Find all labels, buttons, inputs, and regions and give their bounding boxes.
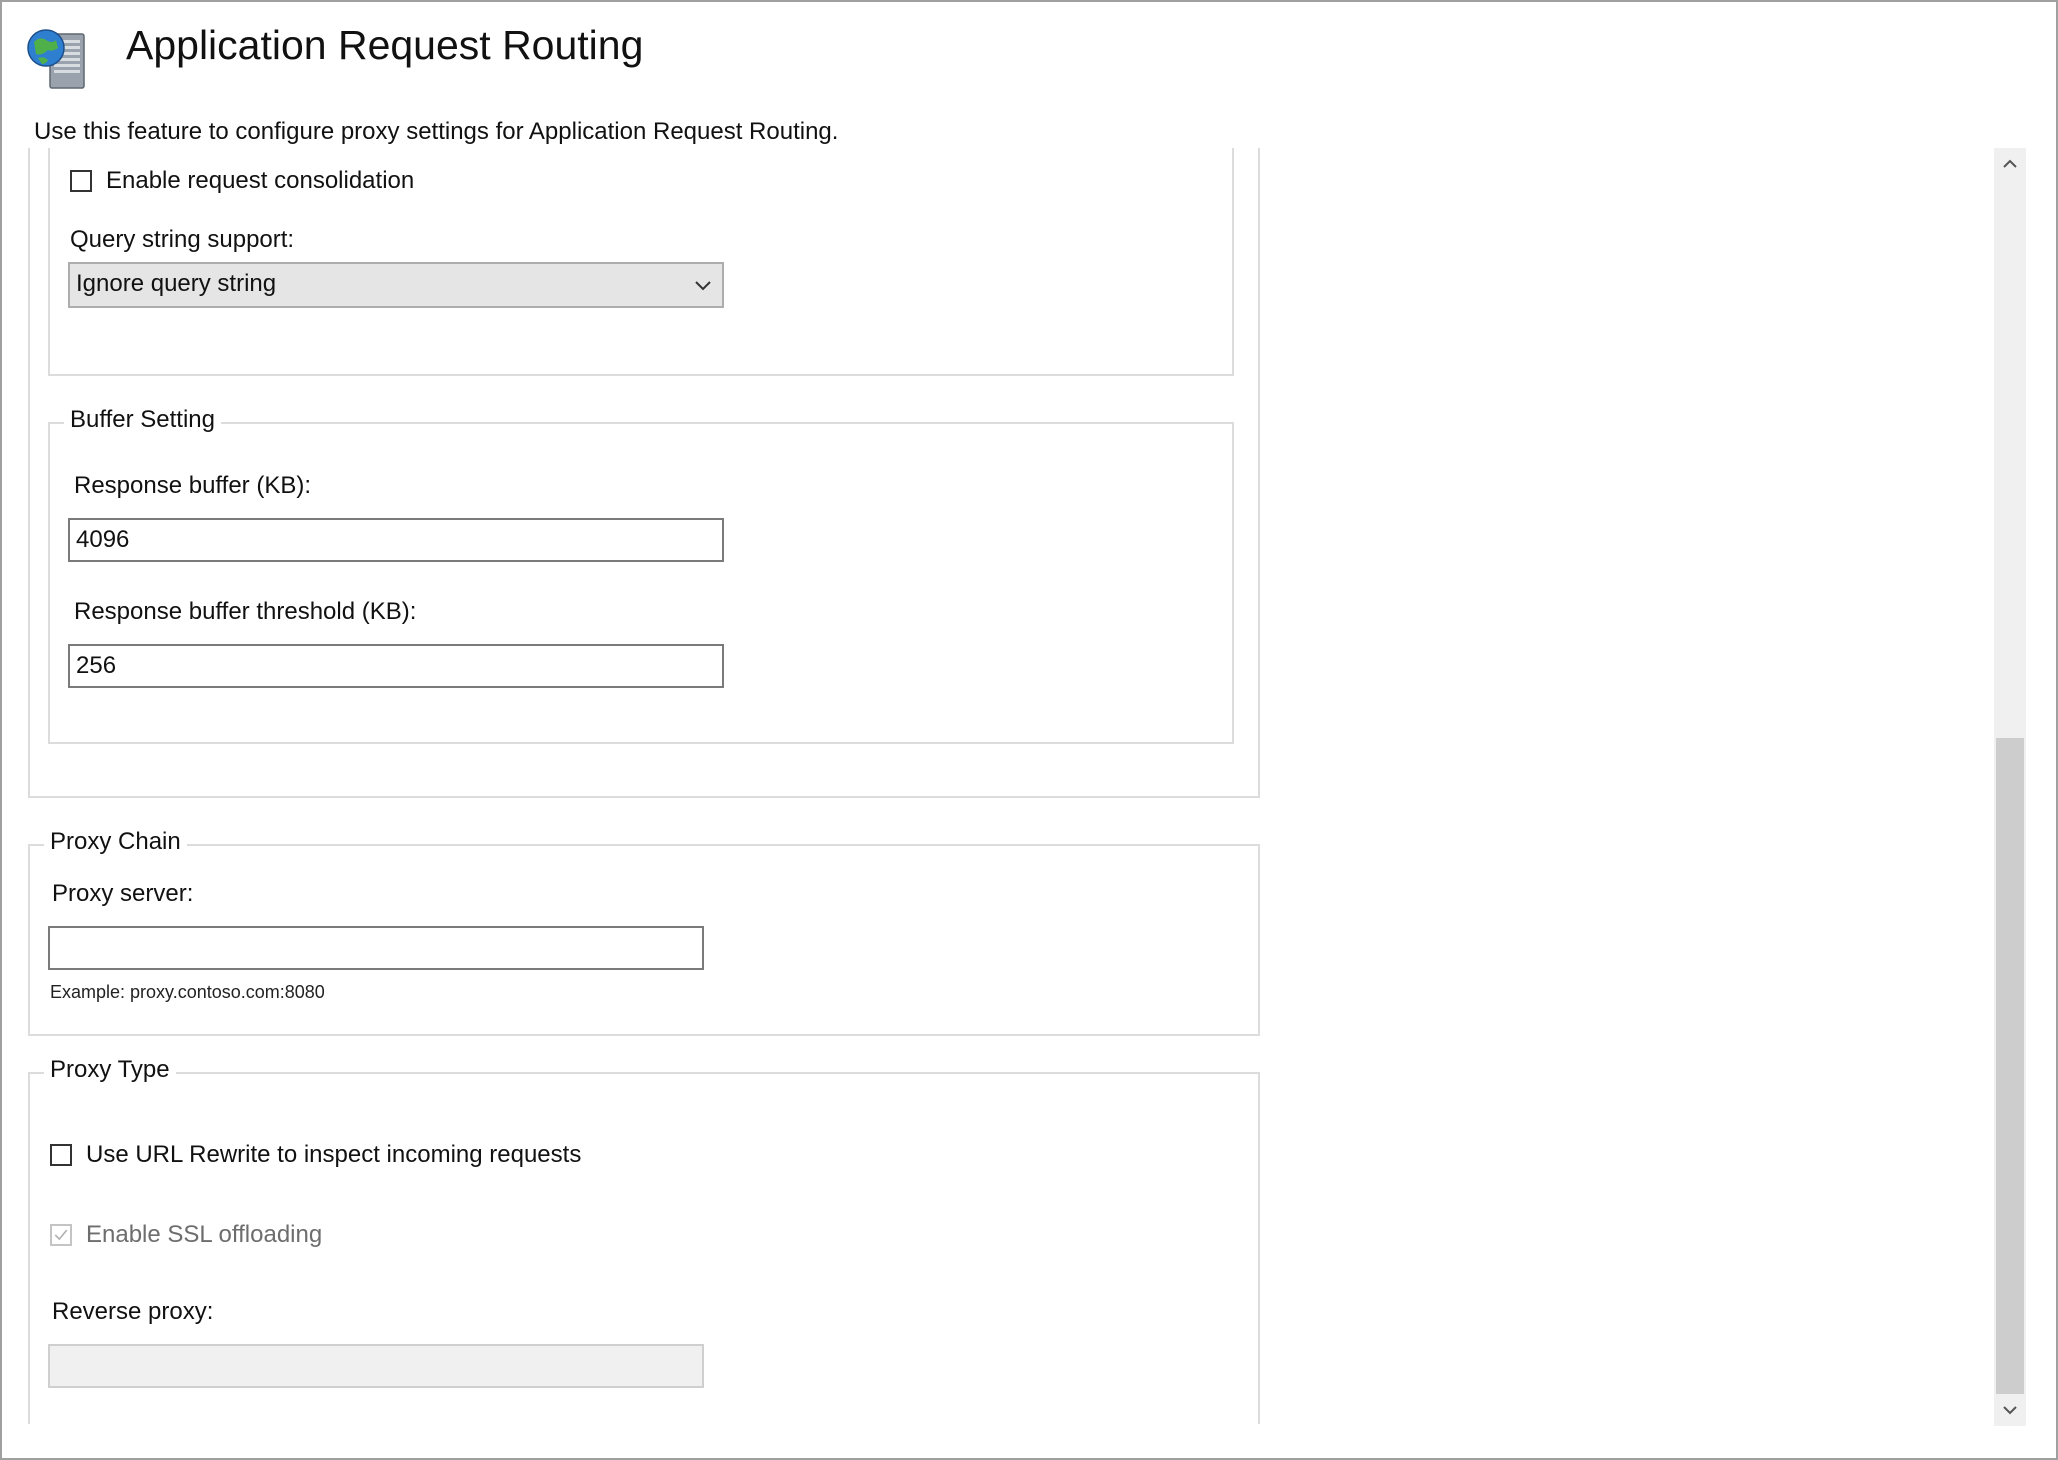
query-string-support-value: Ignore query string — [76, 270, 277, 297]
query-string-support-select[interactable]: Ignore query string — [68, 262, 724, 308]
url-rewrite-label: Use URL Rewrite to inspect incoming requ… — [86, 1141, 582, 1168]
proxy-server-input[interactable] — [48, 926, 704, 970]
buffer-setting-group: Buffer Setting — [48, 406, 1234, 744]
chevron-down-icon — [2003, 1406, 2017, 1415]
checkmark-icon — [54, 1229, 68, 1241]
reverse-proxy-input[interactable] — [48, 1344, 704, 1388]
response-buffer-label: Response buffer (KB): — [74, 472, 312, 499]
scroll-up-button[interactable] — [1994, 148, 2026, 180]
proxy-server-label: Proxy server: — [52, 880, 194, 907]
proxy-server-example-note: Example: proxy.contoso.com:8080 — [50, 982, 325, 1002]
globe-server-icon — [27, 29, 85, 89]
settings-scroll-area[interactable]: Enable request consolidation Query strin… — [4, 148, 2034, 1424]
page-title: Application Request Routing — [126, 22, 644, 68]
proxy-type-legend: Proxy Type — [44, 1056, 176, 1084]
page-description: Use this feature to configure proxy sett… — [34, 118, 839, 145]
proxy-chain-legend: Proxy Chain — [44, 828, 187, 856]
response-buffer-input[interactable] — [68, 518, 724, 562]
scrollbar-thumb[interactable] — [1996, 738, 2024, 1394]
query-string-support-label: Query string support: — [70, 226, 295, 253]
chevron-down-icon — [695, 281, 711, 291]
response-buffer-threshold-label: Response buffer threshold (KB): — [74, 598, 417, 625]
ssl-offloading-label: Enable SSL offloading — [86, 1221, 323, 1248]
enable-request-consolidation-checkbox[interactable] — [70, 170, 92, 192]
vertical-scrollbar[interactable] — [1994, 148, 2026, 1426]
scroll-down-button[interactable] — [1994, 1394, 2026, 1426]
enable-request-consolidation-label: Enable request consolidation — [106, 167, 415, 194]
reverse-proxy-label: Reverse proxy: — [52, 1298, 214, 1325]
chevron-up-icon — [2003, 159, 2017, 168]
ssl-offloading-checkbox[interactable] — [50, 1224, 72, 1246]
url-rewrite-checkbox[interactable] — [50, 1144, 72, 1166]
buffer-setting-legend: Buffer Setting — [64, 406, 221, 434]
response-buffer-threshold-input[interactable] — [68, 644, 724, 688]
